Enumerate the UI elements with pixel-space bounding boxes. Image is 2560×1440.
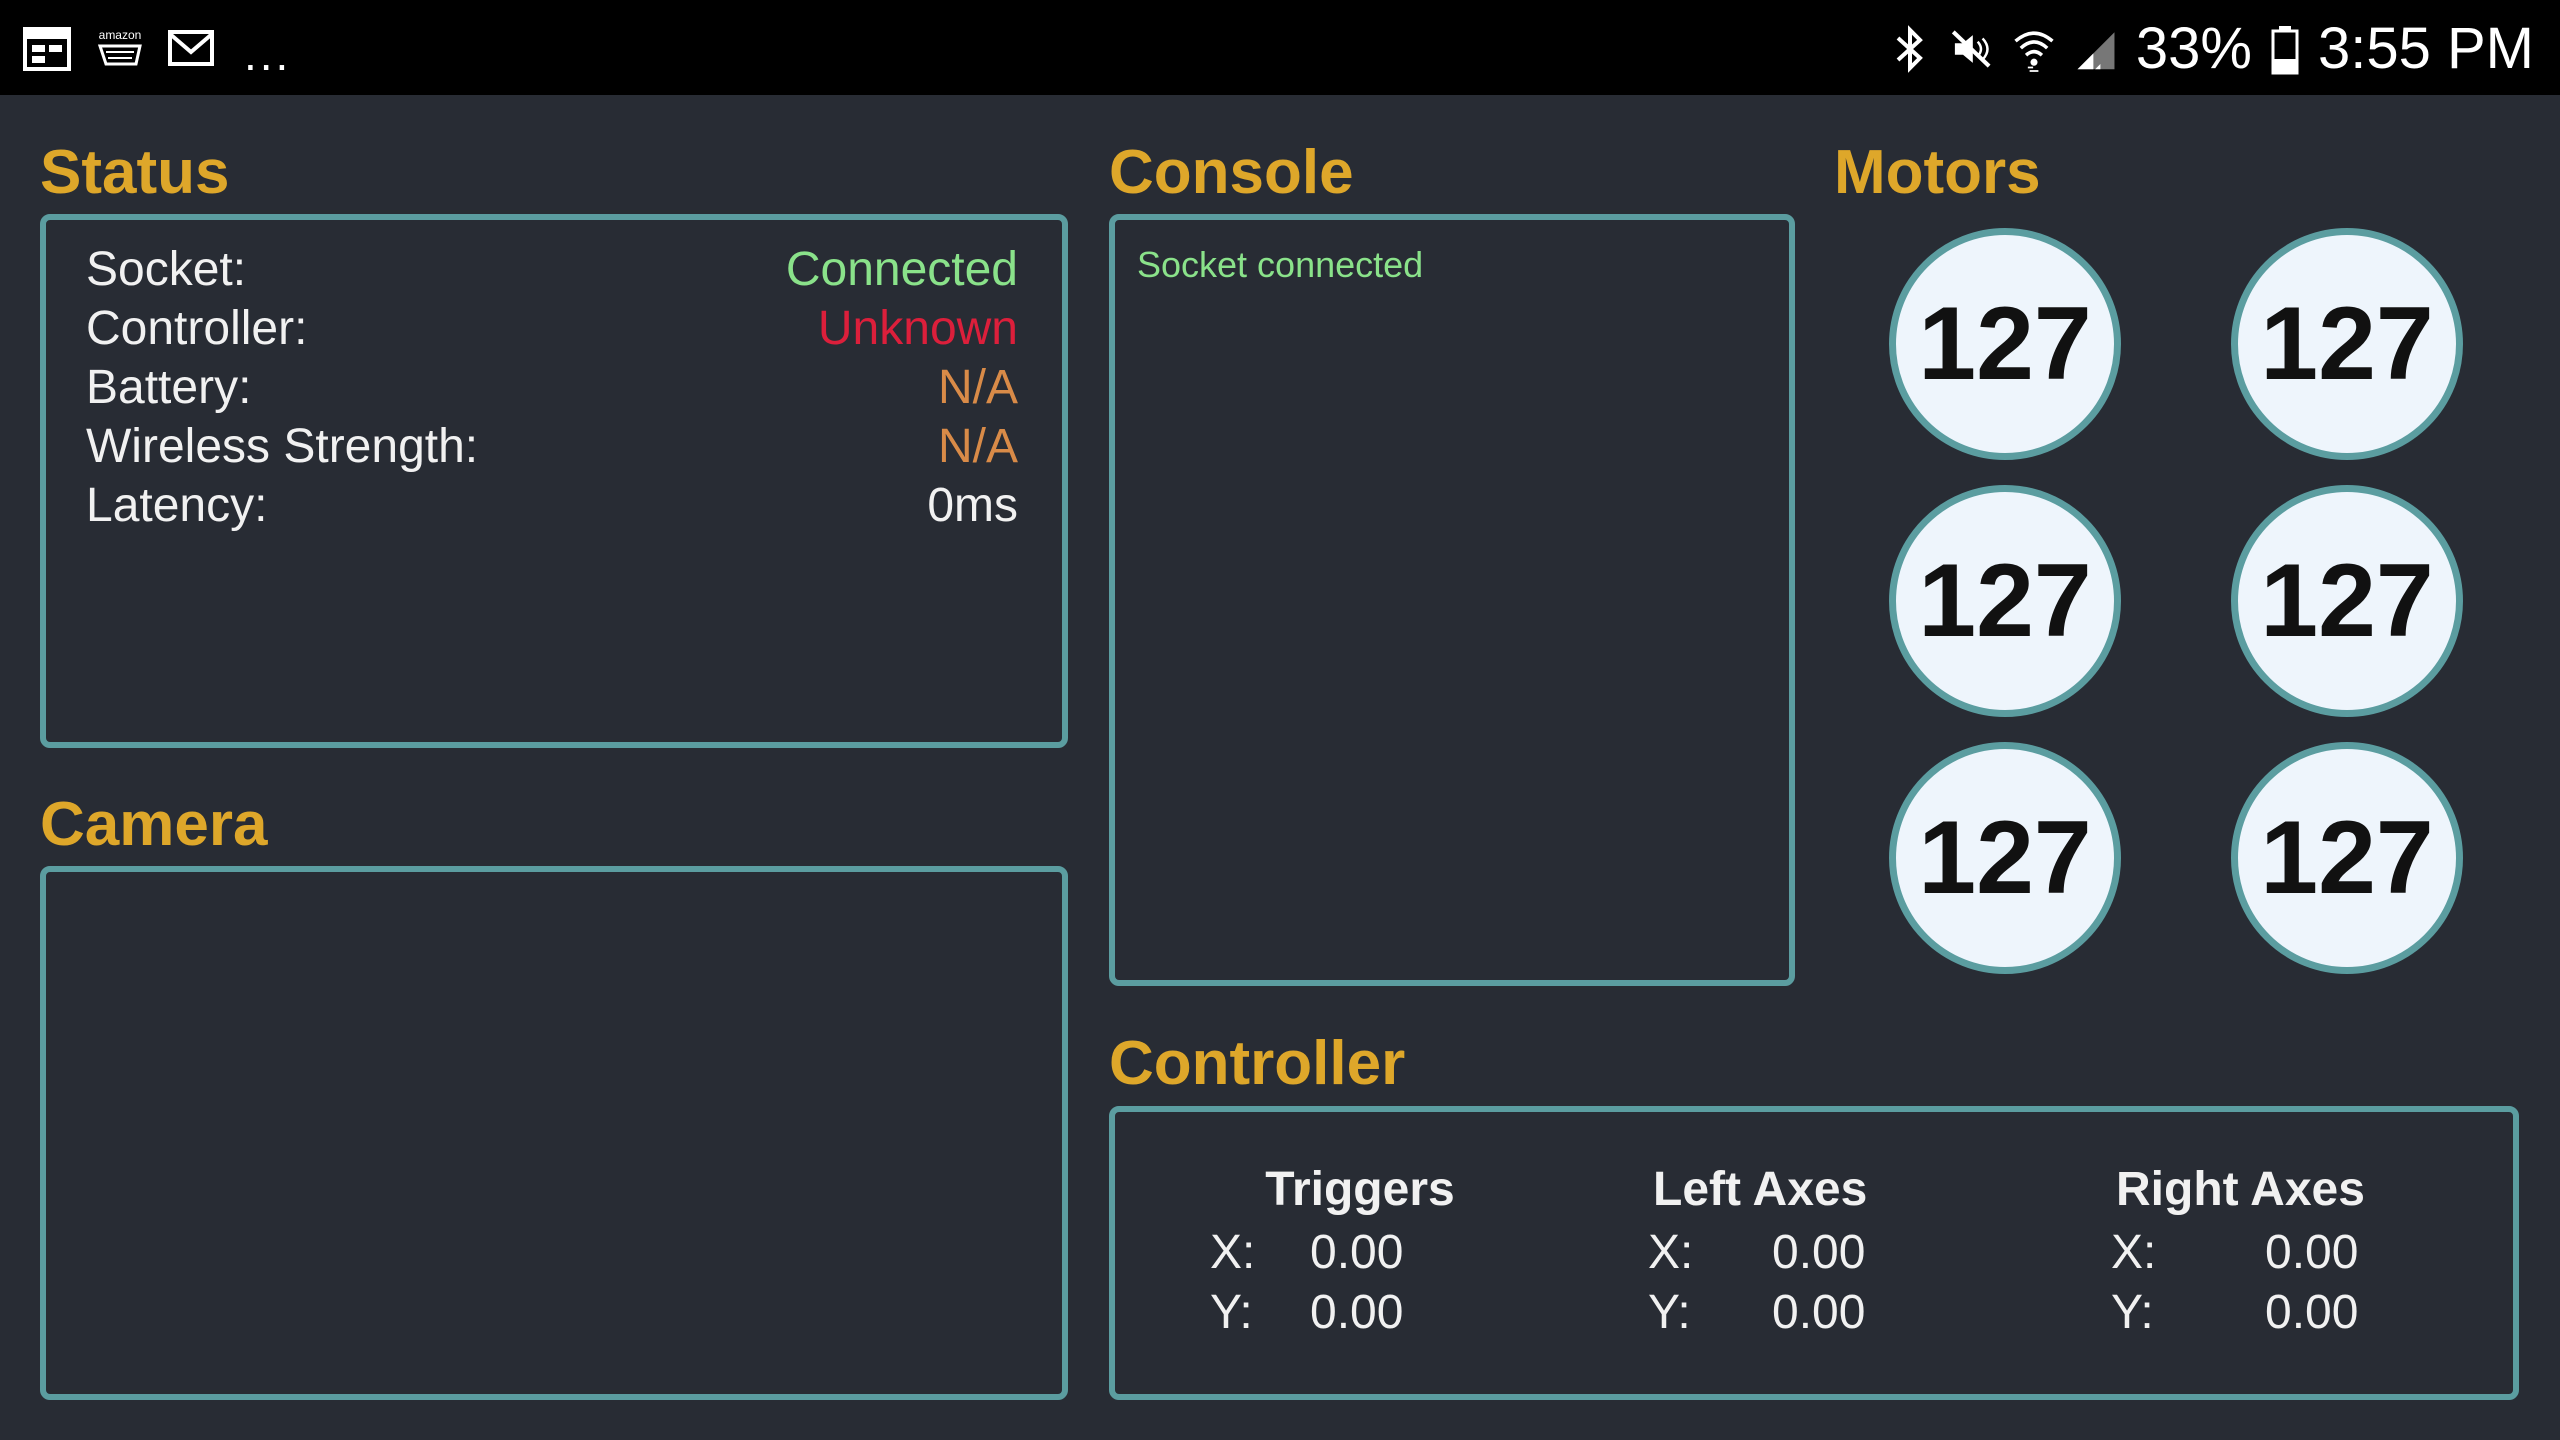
motor-indicator: 127 [2231, 228, 2463, 460]
status-label: Controller: [86, 302, 308, 355]
controller-title: Controller [1109, 1029, 1406, 1098]
wifi-icon [2012, 22, 2056, 76]
camera-title: Camera [40, 790, 268, 859]
status-list: Socket: Connected Controller: Unknown Ba… [86, 240, 1018, 535]
clock: 3:55 PM [2318, 16, 2534, 81]
more-notifications: ... [244, 28, 292, 80]
status-label: Socket: [86, 243, 247, 296]
axis-value: 0.00 [2265, 1225, 2359, 1279]
controller-group-triggers: Triggers X: 0.00 Y: 0.00 [1210, 1162, 1510, 1339]
status-value: 0ms [927, 479, 1018, 532]
system-indicators: 33% 3:55 PM [1888, 14, 2534, 84]
status-label: Wireless Strength: [86, 420, 479, 473]
camera-panel [40, 866, 1068, 1400]
controller-group-title: Left Axes [1653, 1163, 1868, 1216]
system-status-bar: amazon ... 33% 3:55 PM [0, 0, 2560, 95]
status-value: N/A [937, 361, 1018, 414]
axis-label: X: [2111, 1225, 2157, 1279]
notification-icons: amazon ... [22, 22, 292, 80]
axis-value: 0.00 [1310, 1225, 1404, 1279]
axis-label: X: [1648, 1225, 1694, 1279]
status-row-wireless: Wireless Strength: N/A [86, 417, 1018, 476]
controller-group-right-axes: Right Axes X: 0.00 Y: 0.00 [2111, 1162, 2411, 1339]
axis-label: Y: [2111, 1285, 2154, 1339]
motors-title: Motors [1834, 138, 2041, 207]
axis-label: X: [1210, 1225, 1256, 1279]
status-value: Connected [785, 243, 1018, 296]
controller-group-left-axes: Left Axes X: 0.00 Y: 0.00 [1648, 1162, 1978, 1339]
status-value: Unknown [817, 302, 1018, 355]
mail-icon [166, 24, 218, 74]
status-row-controller: Controller: Unknown [86, 299, 1018, 358]
battery-percent: 33% [2135, 16, 2252, 81]
mute-icon [1950, 22, 1994, 76]
console-title: Console [1109, 138, 1354, 207]
status-title: Status [40, 138, 230, 207]
axis-value: 0.00 [1772, 1225, 1866, 1279]
axis-value: 0.00 [1310, 1285, 1404, 1339]
status-label: Latency: [86, 479, 268, 532]
calendar-icon [22, 24, 74, 74]
motor-indicator: 127 [1889, 742, 2121, 974]
console-line: Socket connected [1137, 244, 1424, 285]
console-panel[interactable]: Socket connected [1109, 214, 1795, 986]
controller-x-row: X: 0.00 [2111, 1225, 2411, 1279]
axis-value: 0.00 [1772, 1285, 1866, 1339]
amazon-cart-icon: amazon [94, 24, 146, 74]
controller-group-title: Triggers [1265, 1163, 1455, 1216]
motor-indicator: 127 [2231, 485, 2463, 717]
status-panel: Socket: Connected Controller: Unknown Ba… [40, 214, 1068, 748]
controller-x-row: X: 0.00 [1210, 1225, 1510, 1279]
axis-value: 0.00 [2265, 1285, 2359, 1339]
controller-panel: Triggers X: 0.00 Y: 0.00 Left Axes X: 0.… [1109, 1106, 2519, 1400]
motor-indicator: 127 [1889, 485, 2121, 717]
controller-y-row: Y: 0.00 [2111, 1285, 2411, 1339]
signal-icon [2074, 22, 2118, 76]
motor-indicator: 127 [1889, 228, 2121, 460]
bluetooth-icon [1888, 22, 1932, 76]
status-label: Battery: [86, 361, 252, 414]
status-row-battery: Battery: N/A [86, 358, 1018, 417]
controller-group-title: Right Axes [2116, 1163, 2365, 1216]
status-row-socket: Socket: Connected [86, 240, 1018, 299]
axis-label: Y: [1210, 1285, 1253, 1339]
status-value: N/A [937, 420, 1018, 473]
svg-text:amazon: amazon [99, 28, 142, 42]
status-row-latency: Latency: 0ms [86, 476, 1018, 535]
motor-indicator: 127 [2231, 742, 2463, 974]
controller-x-row: X: 0.00 [1648, 1225, 1978, 1279]
controller-y-row: Y: 0.00 [1648, 1285, 1978, 1339]
battery-icon [2270, 22, 2300, 76]
controller-y-row: Y: 0.00 [1210, 1285, 1510, 1339]
axis-label: Y: [1648, 1285, 1691, 1339]
